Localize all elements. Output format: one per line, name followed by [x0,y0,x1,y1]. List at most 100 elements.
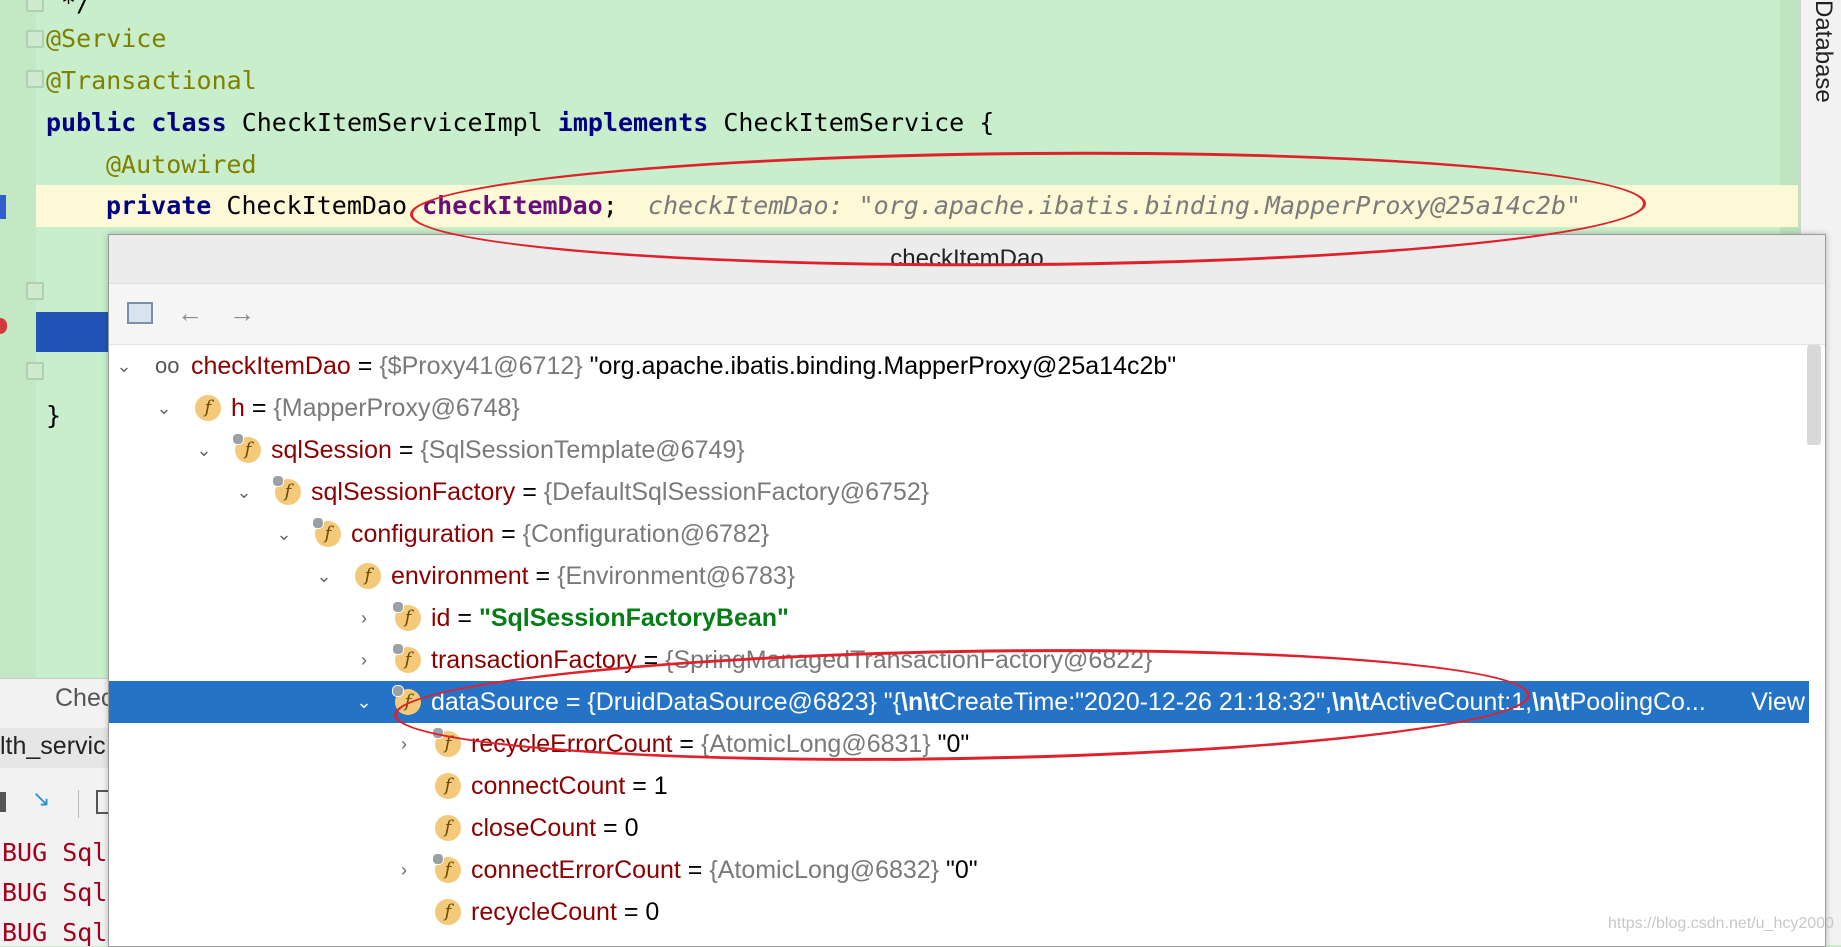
tree-row[interactable]: ⌄ f sqlSessionFactory = {DefaultSqlSessi… [109,471,1809,513]
keyword-token: public [46,108,137,137]
view-link[interactable]: View [1751,681,1805,723]
tool-window-tab[interactable]: Chec [55,684,113,713]
console-toolbar: ↘ [0,780,110,826]
chevron-down-icon[interactable]: ⌄ [353,681,375,723]
lock-icon [432,853,444,865]
database-tool-tab[interactable]: Database [1809,0,1837,103]
field-token[interactable]: checkItemDao [422,191,603,220]
keyword-token: implements [557,108,709,137]
fold-icon[interactable] [26,282,44,300]
fold-icon[interactable] [26,30,44,48]
interface-name-token: CheckItemService [723,108,965,137]
annotation-token: @Transactional [46,66,257,95]
tree-row[interactable]: › f connectErrorCount = {AtomicLong@6832… [109,849,1809,891]
private-field-icon: f [392,643,421,673]
semicolon-token: ; [602,191,618,220]
chevron-down-icon[interactable]: ⌄ [153,387,175,429]
log-line: BUG Sql [2,838,108,867]
code-line: private CheckItemDao checkItemDao; check… [106,185,1581,227]
class-name-token: CheckItemServiceImpl [241,108,543,137]
navigate-icon[interactable] [125,298,155,328]
execution-point-marker [0,195,6,219]
variable-type: {DefaultSqlSessionFactory@6752} [543,478,930,506]
chevron-right-icon[interactable]: › [393,849,415,891]
scroll-to-end-icon[interactable]: ↘ [32,786,50,812]
variable-value: "org.apache.ibatis.binding.MapperProxy@2… [589,352,1177,380]
variable-name: connectErrorCount [471,856,681,884]
equals-sign: = [398,436,414,464]
variable-name: dataSource [431,688,559,716]
tree-row[interactable]: ⌄ oo checkItemDao = {$Proxy41@6712} "org… [109,345,1809,387]
variable-name: recycleErrorCount [471,730,673,758]
chevron-right-icon[interactable]: › [353,597,375,639]
chevron-down-icon[interactable]: ⌄ [273,513,295,555]
fold-icon[interactable] [26,0,44,12]
type-token: CheckItemDao [226,191,408,220]
editor-gutter[interactable] [0,0,36,680]
equals-sign: = [643,646,659,674]
chevron-down-icon[interactable]: ⌄ [193,429,215,471]
tree-scrollbar-thumb[interactable] [1807,345,1821,445]
lock-icon [232,433,244,445]
equals-sign: = [535,562,551,590]
code-line: @Autowired [106,144,257,186]
tree-row[interactable]: ⌄ f configuration = {Configuration@6782} [109,513,1809,555]
chevron-down-icon[interactable]: ⌄ [113,345,135,387]
brace-token: { [979,108,995,137]
tree-row[interactable]: › f transactionFactory = {SpringManagedT… [109,639,1809,681]
field-icon: f [435,899,461,925]
escape-sequence: \n\t [901,688,939,716]
variable-name: configuration [351,520,495,548]
log-line: BUG Sql [2,878,108,907]
tree-row[interactable]: ⌄ f environment = {Environment@6783} [109,555,1809,597]
variable-value: "SqlSessionFactoryBean" [478,604,789,632]
variable-value: "{\n\tCreateTime:"2020-12-26 21:18:32",\… [884,688,1706,716]
chevron-right-icon[interactable]: › [393,723,415,765]
toolbar-button-icon[interactable] [0,792,6,812]
popup-toolbar: ← → [109,284,1825,345]
equals-sign: = [522,478,537,506]
tree-row[interactable]: ⌄ f h = {MapperProxy@6748} [109,387,1809,429]
variable-name: closeCount [471,814,597,842]
tree-row-selected[interactable]: ⌄ f dataSource = {DruidDataSource@6823} … [109,681,1809,723]
private-field-icon: f [232,433,261,463]
chevron-right-icon[interactable]: › [353,639,375,681]
private-field-icon: f [312,517,341,547]
variable-name: h [231,394,245,422]
fold-icon[interactable] [26,70,44,88]
forward-arrow-icon[interactable]: → [227,298,257,328]
tree-row[interactable]: f recycleCount = 0 [109,891,1809,933]
variable-type: {MapperProxy@6748} [273,394,520,422]
tree-row[interactable]: ⌄ f sqlSession = {SqlSessionTemplate@674… [109,429,1809,471]
code-line: } [46,395,61,437]
chevron-down-icon[interactable]: ⌄ [313,555,335,597]
tree-row[interactable]: › f id = "SqlSessionFactoryBean" [109,597,1809,639]
chevron-down-icon[interactable]: ⌄ [233,471,255,513]
tree-row[interactable]: › f recycleErrorCount = {AtomicLong@6831… [109,723,1809,765]
variable-value: "0" [946,856,978,884]
code-line: @Transactional [46,60,257,102]
field-icon: f [435,815,461,841]
equals-sign: = [565,688,581,716]
variables-tree[interactable]: ⌄ oo checkItemDao = {$Proxy41@6712} "org… [109,345,1825,945]
value-part: CreateTime:"2020-12-26 21:18:32", [938,688,1332,716]
equals-sign: = [632,772,647,800]
lock-icon [392,685,404,697]
fold-icon[interactable] [26,362,44,380]
back-arrow-icon[interactable]: ← [175,298,205,328]
private-field-icon: f [272,475,301,505]
inline-debug-value[interactable]: checkItemDao: "org.apache.ibatis.binding… [648,191,1581,220]
tree-row[interactable]: f closeCount = 0 [109,807,1809,849]
field-icon: f [355,563,381,589]
equals-sign: = [603,814,618,842]
watermark-text: https://blog.csdn.net/u_hcy2000 [1608,915,1834,932]
equals-sign: = [457,604,473,632]
variable-name: sqlSessionFactory [311,478,516,506]
toolbar-separator [78,790,79,818]
tree-row[interactable]: f connectCount = 1 [109,765,1809,807]
watch-glasses-icon: oo [155,353,180,378]
equals-sign: = [687,856,703,884]
popup-title[interactable]: checkItemDao [109,235,1825,284]
module-tab[interactable]: lth_servic [0,732,106,761]
equals-sign: = [501,520,516,548]
